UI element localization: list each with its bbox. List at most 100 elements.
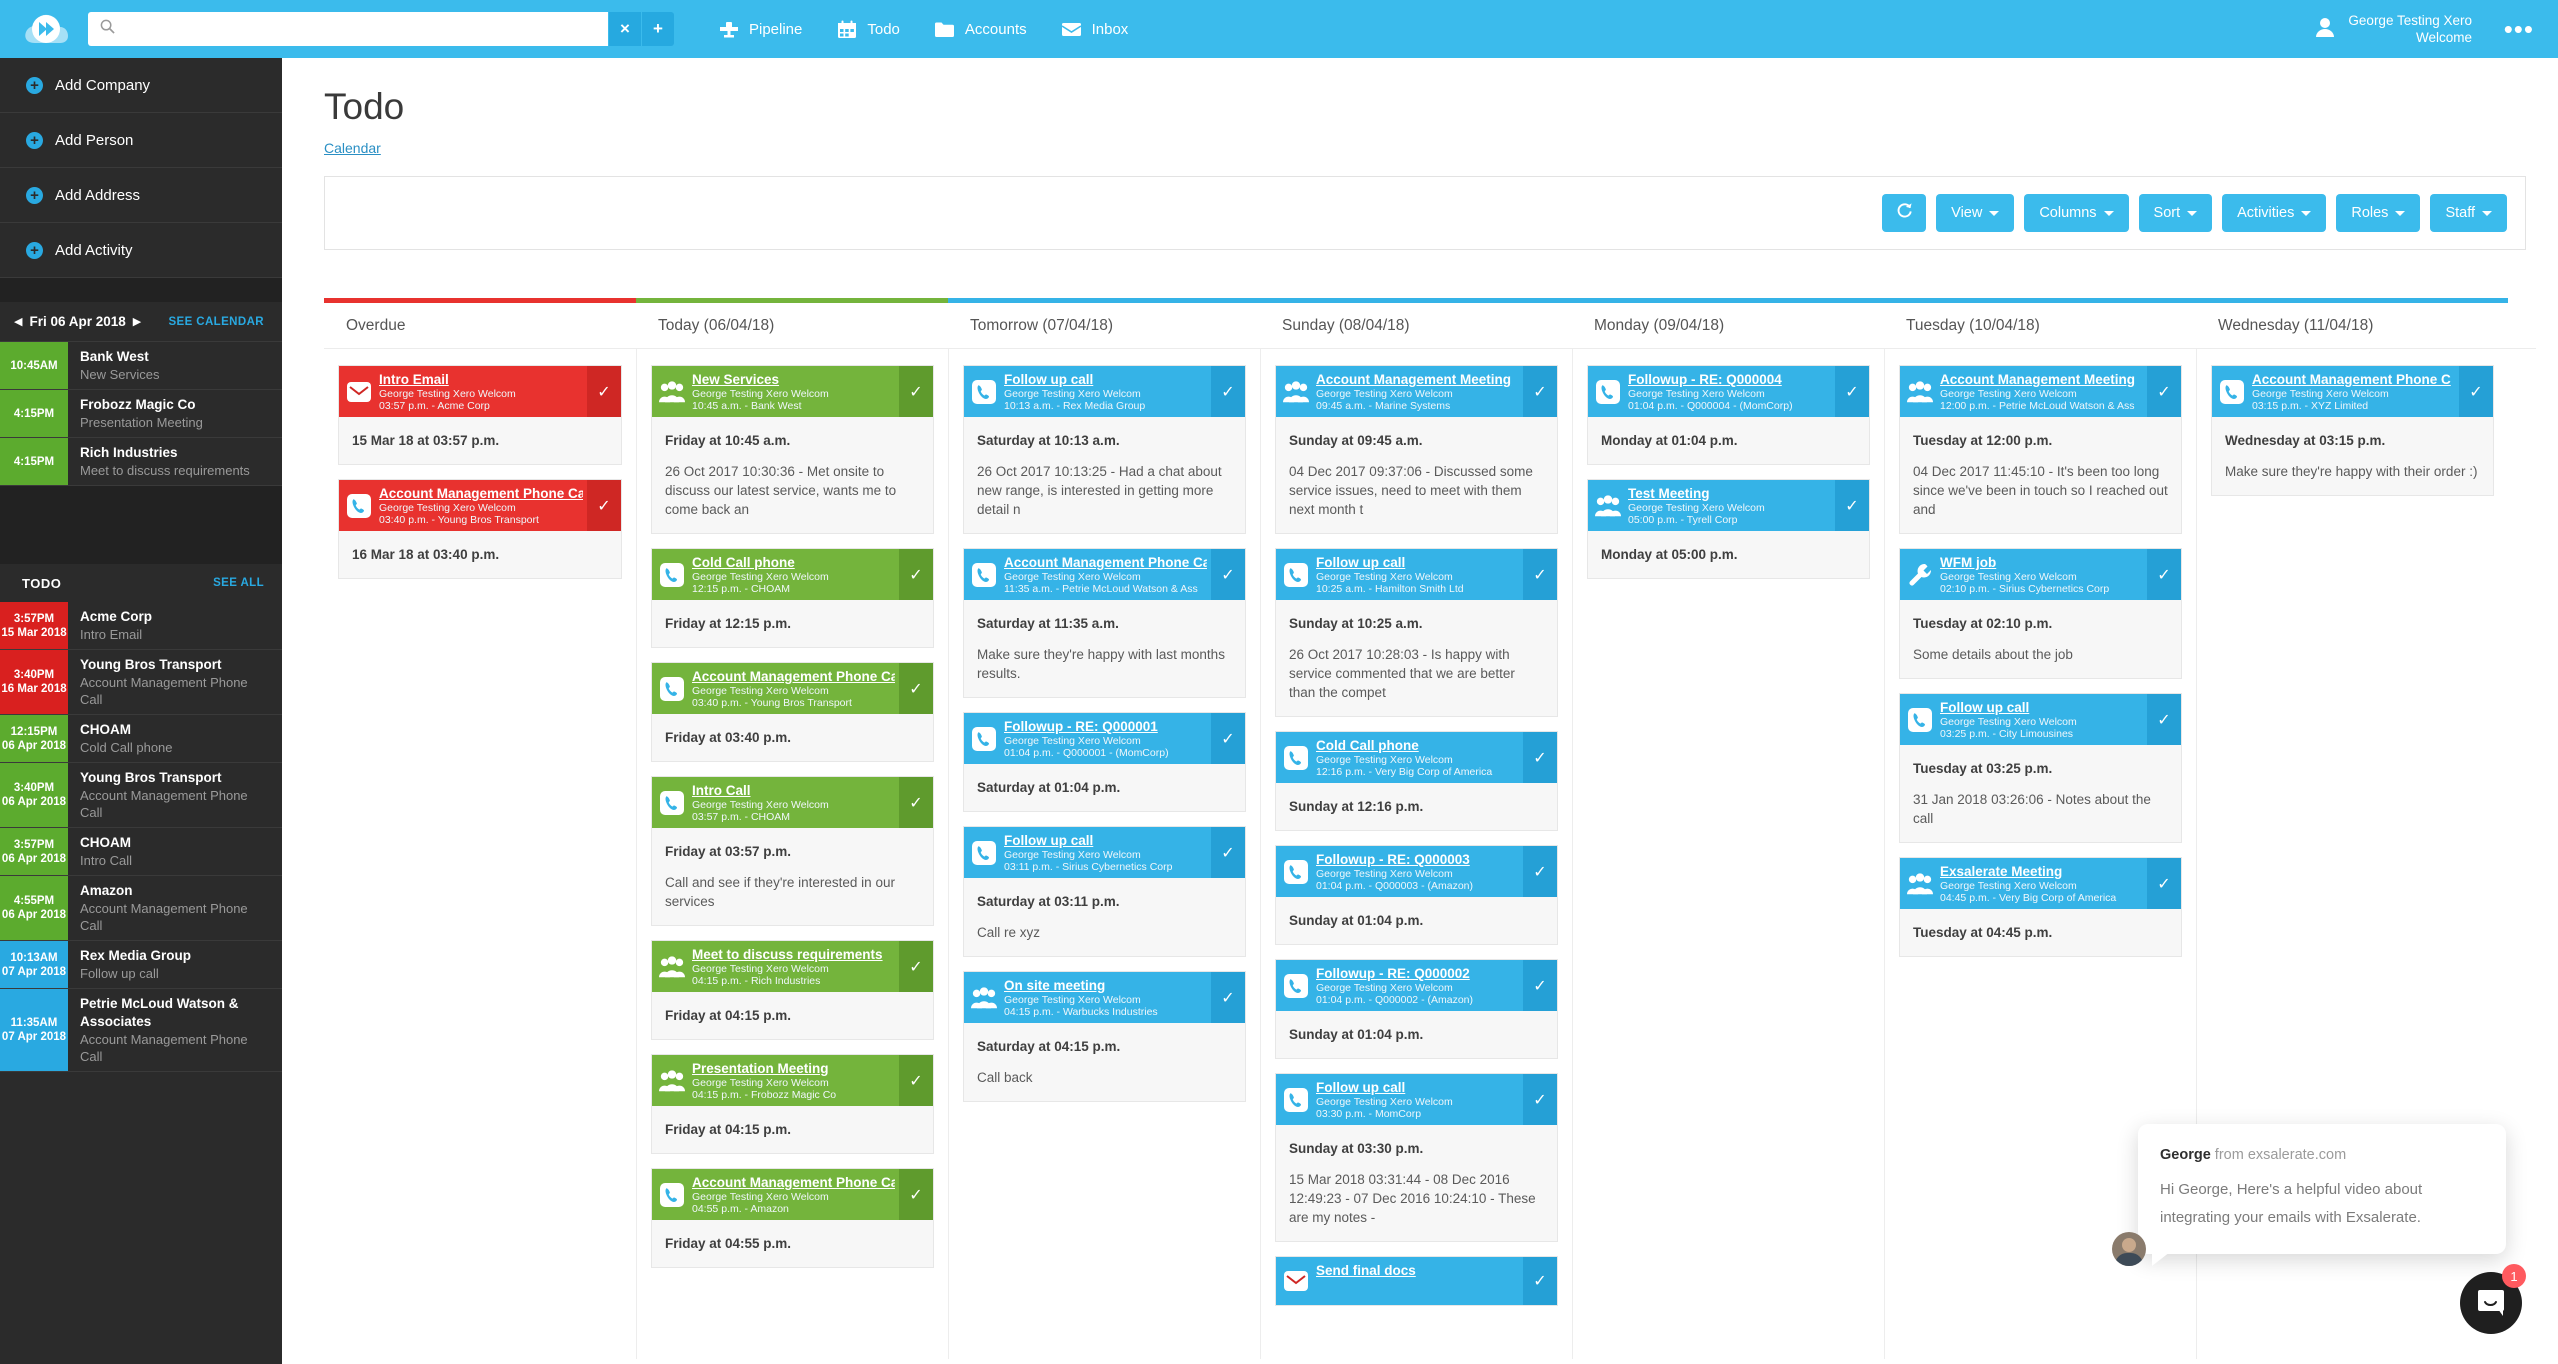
activity-card[interactable]: Followup - RE: Q000003 George Testing Xer… [1275, 845, 1558, 945]
card-complete-checkmark[interactable]: ✓ [1523, 732, 1557, 783]
columns-dropdown[interactable]: Columns [2024, 194, 2129, 232]
overflow-menu-icon[interactable]: ••• [2504, 0, 2534, 58]
activity-card[interactable]: Account Management Phone C George Testing… [2211, 365, 2494, 496]
activity-card[interactable]: WFM job George Testing Xero Welcom 02:10 p… [1899, 548, 2182, 679]
activity-card[interactable]: Followup - RE: Q000002 George Testing Xer… [1275, 959, 1558, 1059]
activity-card[interactable]: Intro Call George Testing Xero Welcom 03:5… [651, 776, 934, 926]
card-complete-checkmark[interactable]: ✓ [899, 549, 933, 600]
activity-card[interactable]: Follow up call George Testing Xero Welcom… [963, 365, 1246, 534]
search-clear-button[interactable]: × [608, 12, 641, 46]
card-title-link[interactable]: Cold Call phone [1316, 737, 1519, 754]
card-title-link[interactable]: Followup - RE: Q000004 [1628, 371, 1831, 388]
card-title-link[interactable]: Followup - RE: Q000001 [1004, 718, 1207, 735]
view-dropdown[interactable]: View [1936, 194, 2015, 232]
sidebar-todo-item[interactable]: 10:13AM 07 Apr 2018 Rex Media Group Follow … [0, 941, 282, 989]
card-title-link[interactable]: WFM job [1940, 554, 2143, 571]
sidebar-todo-item[interactable]: 3:40PM 16 Mar 2018 Young Bros Transport Acc… [0, 650, 282, 715]
card-complete-checkmark[interactable]: ✓ [899, 1169, 933, 1220]
card-complete-checkmark[interactable]: ✓ [2147, 366, 2181, 417]
card-title-link[interactable]: New Services [692, 371, 895, 388]
card-complete-checkmark[interactable]: ✓ [1523, 366, 1557, 417]
card-complete-checkmark[interactable]: ✓ [2147, 858, 2181, 909]
nav-item-inbox[interactable]: Inbox [1061, 0, 1128, 58]
activity-card[interactable]: Account Management Phone Ca George Testin… [651, 1168, 934, 1268]
card-complete-checkmark[interactable]: ✓ [899, 941, 933, 992]
next-day-button[interactable]: ▶ [133, 315, 141, 328]
card-title-link[interactable]: Followup - RE: Q000002 [1316, 965, 1519, 982]
sidebar-add-item-add-address[interactable]: + Add Address [0, 168, 282, 223]
card-title-link[interactable]: Account Management Meeting [1316, 371, 1519, 388]
activity-card[interactable]: Send final docs ✓ [1275, 1256, 1558, 1306]
activity-card[interactable]: Test Meeting George Testing Xero Welcom 05… [1587, 479, 1870, 579]
activity-card[interactable]: Follow up call George Testing Xero Welcom… [1275, 548, 1558, 717]
activity-card[interactable]: On site meeting George Testing Xero Welco… [963, 971, 1246, 1102]
activity-card[interactable]: Account Management Phone Ca George Testin… [338, 479, 622, 579]
activity-card[interactable]: Follow up call George Testing Xero Welcom… [1899, 693, 2182, 843]
card-complete-checkmark[interactable]: ✓ [587, 366, 621, 417]
card-complete-checkmark[interactable]: ✓ [1523, 960, 1557, 1011]
card-complete-checkmark[interactable]: ✓ [1835, 366, 1869, 417]
app-logo[interactable] [18, 9, 74, 49]
card-complete-checkmark[interactable]: ✓ [899, 366, 933, 417]
card-title-link[interactable]: Cold Call phone [692, 554, 895, 571]
card-complete-checkmark[interactable]: ✓ [587, 480, 621, 531]
card-title-link[interactable]: Follow up call [1316, 1079, 1519, 1096]
activity-card[interactable]: Account Management Phone Ca George Testin… [963, 548, 1246, 698]
activity-card[interactable]: Account Management Meeting George Testing… [1275, 365, 1558, 534]
card-complete-checkmark[interactable]: ✓ [899, 663, 933, 714]
activity-card[interactable]: Followup - RE: Q000001 George Testing Xer… [963, 712, 1246, 812]
sidebar-todo-item[interactable]: 12:15PM 06 Apr 2018 CHOAM Cold Call phone [0, 715, 282, 763]
sidebar-add-item-add-person[interactable]: + Add Person [0, 113, 282, 168]
card-title-link[interactable]: Follow up call [1316, 554, 1519, 571]
activity-card[interactable]: New Services George Testing Xero Welcom 10… [651, 365, 934, 534]
sidebar-day-event[interactable]: 4:15PM Rich Industries Meet to discuss req… [0, 438, 282, 486]
card-title-link[interactable]: Followup - RE: Q000003 [1316, 851, 1519, 868]
card-title-link[interactable]: Exsalerate Meeting [1940, 863, 2143, 880]
card-title-link[interactable]: Follow up call [1004, 371, 1207, 388]
sidebar-day-event[interactable]: 10:45AM Bank West New Services [0, 342, 282, 390]
chat-message-bubble[interactable]: George from exsalerate.com Hi George, He… [2138, 1124, 2506, 1266]
see-all-link[interactable]: SEE ALL [213, 577, 264, 589]
activity-card[interactable]: Exsalerate Meeting George Testing Xero We… [1899, 857, 2182, 957]
card-title-link[interactable]: Presentation Meeting [692, 1060, 895, 1077]
card-title-link[interactable]: Account Management Meeting [1940, 371, 2143, 388]
activities-dropdown[interactable]: Activities [2222, 194, 2327, 232]
search-input[interactable] [123, 14, 608, 44]
activity-card[interactable]: Account Management Meeting George Testing… [1899, 365, 2182, 534]
sidebar-todo-item[interactable]: 3:57PM 15 Mar 2018 Acme Corp Intro Email [0, 602, 282, 650]
card-complete-checkmark[interactable]: ✓ [1523, 549, 1557, 600]
card-title-link[interactable]: Account Management Phone C [2252, 371, 2455, 388]
sidebar-todo-item[interactable]: 11:35AM 07 Apr 2018 Petrie McLoud Watson &… [0, 989, 282, 1072]
card-title-link[interactable]: Send final docs [1316, 1262, 1519, 1279]
activity-card[interactable]: Cold Call phone George Testing Xero Welco… [1275, 731, 1558, 831]
card-complete-checkmark[interactable]: ✓ [1523, 1074, 1557, 1125]
sidebar-add-item-add-activity[interactable]: + Add Activity [0, 223, 282, 278]
sidebar-add-item-add-company[interactable]: + Add Company [0, 58, 282, 113]
staff-dropdown[interactable]: Staff [2430, 194, 2507, 232]
card-complete-checkmark[interactable]: ✓ [1211, 827, 1245, 878]
nav-item-pipeline[interactable]: Pipeline [718, 0, 802, 58]
card-complete-checkmark[interactable]: ✓ [1835, 480, 1869, 531]
roles-dropdown[interactable]: Roles [2336, 194, 2421, 232]
activity-card[interactable]: Cold Call phone George Testing Xero Welco… [651, 548, 934, 648]
see-calendar-link[interactable]: SEE CALENDAR [168, 316, 264, 328]
sidebar-day-event[interactable]: 4:15PM Frobozz Magic Co Presentation Meeti… [0, 390, 282, 438]
card-complete-checkmark[interactable]: ✓ [2147, 549, 2181, 600]
card-complete-checkmark[interactable]: ✓ [1211, 549, 1245, 600]
sidebar-todo-item[interactable]: 4:55PM 06 Apr 2018 Amazon Account Managemen… [0, 876, 282, 941]
prev-day-button[interactable]: ◀ [14, 315, 22, 328]
activity-card[interactable]: Presentation Meeting George Testing Xero … [651, 1054, 934, 1154]
card-title-link[interactable]: Follow up call [1940, 699, 2143, 716]
nav-item-accounts[interactable]: Accounts [934, 0, 1027, 58]
activity-card[interactable]: Follow up call George Testing Xero Welcom… [1275, 1073, 1558, 1242]
card-title-link[interactable]: Account Management Phone Ca [379, 485, 583, 502]
card-title-link[interactable]: Account Management Phone Ca [692, 668, 895, 685]
nav-item-todo[interactable]: Todo [836, 0, 900, 58]
card-complete-checkmark[interactable]: ✓ [1211, 366, 1245, 417]
sidebar-todo-item[interactable]: 3:57PM 06 Apr 2018 CHOAM Intro Call [0, 828, 282, 876]
activity-card[interactable]: Account Management Phone Ca George Testin… [651, 662, 934, 762]
activity-card[interactable]: Followup - RE: Q000004 George Testing Xer… [1587, 365, 1870, 465]
card-title-link[interactable]: Account Management Phone Ca [692, 1174, 895, 1191]
card-title-link[interactable]: Test Meeting [1628, 485, 1831, 502]
card-complete-checkmark[interactable]: ✓ [899, 1055, 933, 1106]
